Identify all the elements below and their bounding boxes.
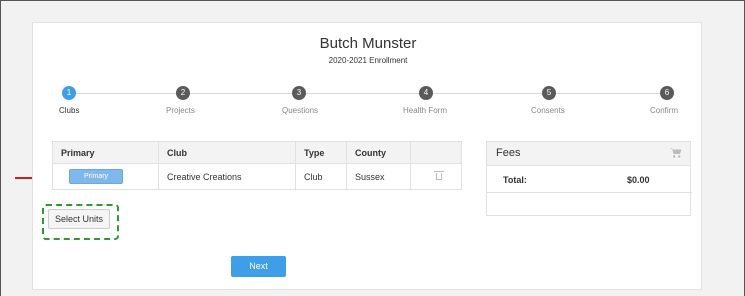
fees-header: Fees (487, 142, 690, 166)
step-2-projects[interactable]: 2 (176, 86, 190, 100)
fees-total-label: Total: (503, 175, 527, 185)
column-header-county: County (346, 141, 411, 164)
primary-cell: Primary (52, 163, 159, 190)
fees-title: Fees (496, 147, 521, 159)
enrollment-card: Butch Munster 2020-2021 Enrollment 1 2 3… (32, 22, 702, 290)
trash-icon[interactable] (434, 171, 444, 180)
step-label-consents: Consents (531, 106, 565, 115)
step-label-health-form: Health Form (403, 106, 448, 115)
clubs-table: Primary Club Type County Primary Creativ… (52, 141, 462, 190)
table-header-row: Primary Club Type County (52, 141, 462, 164)
step-6-confirm[interactable]: 6 (660, 86, 674, 100)
column-header-primary: Primary (52, 141, 159, 164)
next-button[interactable]: Next (231, 256, 286, 277)
select-units-button[interactable]: Select Units (48, 209, 110, 229)
step-4-health-form[interactable]: 4 (419, 86, 433, 100)
fees-panel: Fees Total: $0.00 (486, 141, 692, 216)
club-cell: Creative Creations (158, 163, 296, 190)
column-header-type: Type (295, 141, 347, 164)
cart-icon (670, 148, 682, 158)
fees-total-value: $0.00 (627, 175, 650, 185)
type-cell: Club (295, 163, 347, 190)
county-cell: Sussex (346, 163, 411, 190)
table-row: Primary Creative Creations Club Sussex (52, 163, 462, 190)
stepper-line (71, 93, 662, 94)
step-label-confirm: Confirm (650, 106, 679, 115)
page-subtitle: 2020-2021 Enrollment (328, 56, 408, 65)
column-header-club: Club (158, 141, 296, 164)
step-label-clubs: Clubs (59, 106, 80, 115)
actions-cell (410, 163, 462, 190)
step-label-questions: Questions (282, 106, 319, 115)
step-label-projects: Projects (166, 106, 195, 115)
primary-button[interactable]: Primary (69, 169, 123, 184)
step-5-consents[interactable]: 5 (542, 86, 556, 100)
column-header-actions (410, 141, 462, 164)
step-1-clubs[interactable]: 1 (62, 86, 76, 100)
fees-total-row: Total: $0.00 (487, 167, 692, 193)
step-3-questions[interactable]: 3 (292, 86, 306, 100)
page-title: Butch Munster (319, 35, 417, 52)
